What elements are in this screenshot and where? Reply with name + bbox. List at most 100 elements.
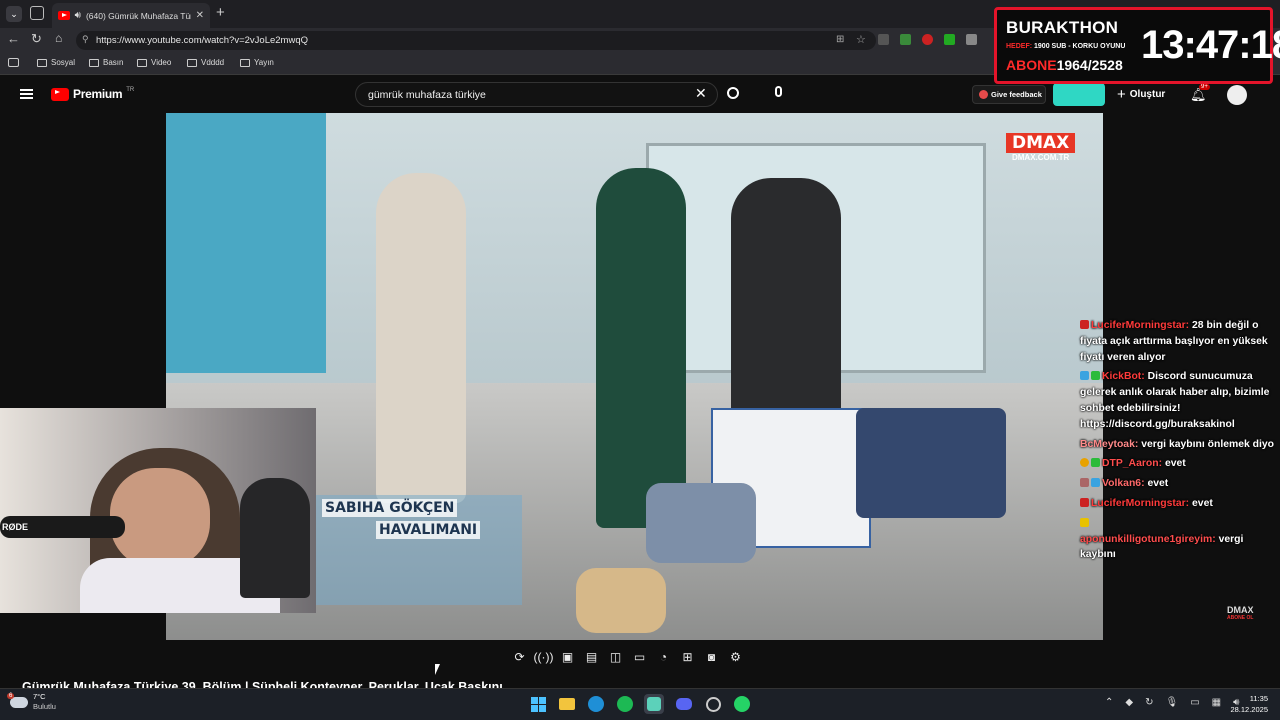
system-tray: ⌃ ◆ ↻ 🎙︎ ▭ ▦ 🔊︎ bbox=[1105, 697, 1239, 708]
badge-icon bbox=[1091, 371, 1100, 381]
loop-icon[interactable]: ⟳ bbox=[510, 649, 529, 665]
chat-text: evet bbox=[1192, 497, 1213, 509]
search-value: gümrük muhafaza türkiye bbox=[368, 88, 486, 101]
overlay-title: BURAKTHON bbox=[1006, 18, 1119, 37]
weather-badge: 6 bbox=[7, 692, 15, 699]
discord-icon[interactable] bbox=[674, 694, 694, 714]
speaker-icon[interactable]: 🔊︎ bbox=[75, 10, 81, 21]
officer bbox=[596, 168, 686, 528]
start-icon[interactable] bbox=[528, 694, 548, 714]
cinema-icon[interactable]: ▤ bbox=[582, 649, 601, 665]
overlay-timer: 13:47:18 bbox=[1141, 23, 1280, 67]
workspaces-icon[interactable] bbox=[30, 6, 44, 20]
youtube-logo[interactable]: Premium TR bbox=[51, 87, 134, 101]
broadcast-icon[interactable]: ((·)) bbox=[534, 649, 554, 665]
avatar[interactable] bbox=[1227, 85, 1247, 105]
voice-search-icon[interactable] bbox=[775, 86, 782, 97]
extension-icon[interactable] bbox=[900, 34, 911, 45]
chat-text: evet bbox=[1164, 458, 1186, 470]
windows-taskbar bbox=[0, 688, 1280, 720]
give-feedback-button[interactable]: Give feedback bbox=[972, 85, 1046, 104]
miniplayer-icon[interactable]: ◫ bbox=[606, 649, 625, 665]
person-background bbox=[240, 478, 310, 598]
add-icon[interactable]: ⊞ bbox=[678, 649, 697, 665]
new-tab-button[interactable]: + bbox=[216, 4, 225, 21]
weather-widget[interactable]: 6 7°C Bulutlu bbox=[7, 692, 56, 712]
site-info-icon[interactable]: ⚲ bbox=[82, 34, 89, 45]
speed-icon[interactable]: ◔ bbox=[654, 649, 673, 665]
tray-chevron-up-icon[interactable]: ⌃ bbox=[1105, 697, 1113, 708]
clear-search-icon[interactable]: ✕ bbox=[695, 85, 707, 102]
screenshot-icon[interactable]: ◙ bbox=[702, 649, 721, 665]
search-input[interactable]: gümrük muhafaza türkiye bbox=[355, 82, 718, 107]
chat-message: LuciferMorningstar: evet bbox=[1080, 496, 1276, 512]
tray-app-icon[interactable]: ◆ bbox=[1125, 697, 1133, 708]
bookmark-folder-video[interactable]: Video bbox=[137, 58, 171, 67]
chat-user: aponunkilligotune1gireyim: bbox=[1080, 533, 1216, 545]
notifications-button[interactable]: 🔔︎ 9+ bbox=[1190, 84, 1210, 104]
app-install-icon[interactable]: ⊞ bbox=[836, 34, 844, 45]
url-text: https://www.youtube.com/watch?v=2vJoLe2m… bbox=[96, 35, 309, 46]
bag-item bbox=[576, 568, 666, 633]
tray-network-icon[interactable]: ▦ bbox=[1212, 697, 1221, 708]
bookmark-folder-yayin[interactable]: Yayın bbox=[240, 58, 274, 67]
logo-text: Premium bbox=[73, 87, 123, 101]
badge-icon bbox=[1080, 497, 1089, 507]
notification-badge: 9+ bbox=[1199, 84, 1210, 90]
video-left-wall bbox=[166, 113, 326, 373]
whatsapp-icon[interactable] bbox=[732, 694, 752, 714]
folder-icon bbox=[89, 58, 99, 67]
badge-icon bbox=[1080, 478, 1089, 488]
chat-user: KickBot: bbox=[1102, 371, 1145, 383]
folder-icon bbox=[137, 58, 147, 67]
chat-user: LuciferMorningstar: bbox=[1091, 497, 1190, 509]
person-right bbox=[731, 178, 841, 428]
close-tab-icon[interactable]: ✕ bbox=[196, 10, 204, 21]
extension-icon[interactable] bbox=[944, 34, 955, 45]
watch-later-icon[interactable]: ▣ bbox=[558, 649, 577, 665]
search-icon[interactable] bbox=[727, 87, 739, 99]
badge-icon bbox=[1091, 478, 1100, 488]
badge-icon bbox=[1080, 320, 1089, 329]
player-extension-controls: ⟳ ((·)) ▣ ▤ ◫ ▭ ◔ ⊞ ◙ ⚙ bbox=[510, 648, 760, 666]
reload-icon[interactable]: ↻ bbox=[31, 31, 42, 47]
webcam-overlay: RØDE bbox=[0, 408, 316, 613]
clock[interactable]: 11:35 28.12.2025 bbox=[1222, 693, 1268, 715]
chat-text: evet bbox=[1147, 478, 1169, 490]
chat-user: DTP_Aaron: bbox=[1102, 458, 1163, 470]
tray-display-icon[interactable]: ▭ bbox=[1190, 697, 1199, 708]
extension-icon[interactable] bbox=[878, 34, 889, 45]
spotify-icon[interactable] bbox=[615, 694, 635, 714]
menu-icon[interactable] bbox=[20, 89, 33, 99]
back-arrow-icon[interactable]: ← bbox=[7, 31, 20, 46]
url-input[interactable]: ⚲ https://www.youtube.com/watch?v=2vJoLe… bbox=[76, 31, 876, 50]
dmax-corner-logo: DMAX ABONE OL bbox=[1227, 605, 1254, 622]
folder-icon bbox=[37, 58, 47, 67]
app-icon[interactable] bbox=[703, 694, 723, 714]
extension-toggle[interactable] bbox=[1053, 83, 1105, 106]
bookmark-folder-basin[interactable]: Basın bbox=[89, 58, 123, 67]
create-button[interactable]: + Oluştur bbox=[1117, 86, 1165, 103]
home-icon[interactable]: ⌂ bbox=[55, 31, 62, 45]
chat-user: LuciferMorningstar: bbox=[1091, 320, 1190, 331]
bookmark-folder-sosyal[interactable]: Sosyal bbox=[37, 58, 75, 67]
microphone: RØDE bbox=[0, 516, 125, 538]
favorite-star-icon[interactable]: ☆ bbox=[856, 33, 866, 46]
extension-icon[interactable] bbox=[966, 34, 977, 45]
tab-list-dropdown-icon[interactable]: ⌄ bbox=[6, 6, 22, 22]
streamlabs-icon[interactable] bbox=[644, 694, 664, 714]
bookmark-folder-vdddd[interactable]: Vdddd bbox=[187, 58, 224, 67]
tray-sync-icon[interactable]: ↻ bbox=[1145, 697, 1153, 708]
settings-gear-icon[interactable]: ⚙ bbox=[726, 649, 745, 665]
browser-tab-active[interactable]: 🔊︎ (640) Gümrük Muhafaza Türkiye ✕ bbox=[52, 3, 210, 28]
theater-icon[interactable]: ▭ bbox=[630, 649, 649, 665]
person-left bbox=[376, 173, 466, 503]
reading-list-icon[interactable] bbox=[8, 58, 19, 67]
tray-mic-icon[interactable]: 🎙︎ bbox=[1165, 697, 1178, 708]
extension-icon[interactable] bbox=[922, 34, 933, 45]
chat-message: LuciferMorningstar: 28 bin değil o fiyat… bbox=[1080, 318, 1276, 365]
chat-user: Volkan6: bbox=[1102, 478, 1145, 490]
edge-browser-icon[interactable] bbox=[586, 694, 606, 714]
file-explorer-icon[interactable] bbox=[557, 694, 577, 714]
chat-message: KickBot: Discord sunucumuza gelerek anlı… bbox=[1080, 369, 1276, 432]
